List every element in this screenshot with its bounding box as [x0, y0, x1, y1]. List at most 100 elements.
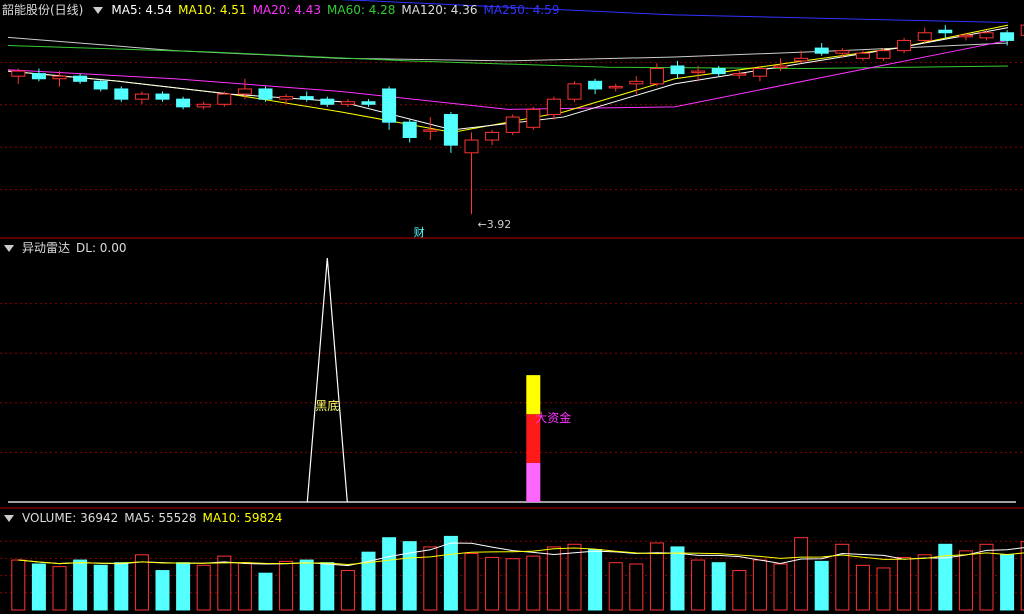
event-marker: 财	[414, 225, 425, 239]
volume-bar	[588, 549, 603, 611]
volume-bar	[979, 543, 994, 611]
candle-body	[217, 93, 232, 105]
volume-bar	[608, 562, 623, 611]
volume-bar	[196, 564, 211, 611]
candle-body	[258, 88, 273, 100]
candle-body	[567, 83, 582, 100]
volume-bar	[773, 563, 788, 611]
volume-bar	[11, 559, 26, 611]
volume-bar	[1000, 554, 1015, 611]
candle-body	[299, 96, 314, 100]
radar-peak	[306, 257, 348, 503]
volume-bar	[876, 567, 891, 611]
dropdown-triangle-icon[interactable]	[4, 514, 14, 522]
candle-body	[526, 108, 541, 128]
candle-body	[711, 68, 726, 75]
volume-bar	[340, 570, 355, 611]
candle-body	[897, 39, 912, 52]
volume-bar	[546, 546, 561, 611]
candle-body	[917, 32, 932, 41]
candle-body	[588, 80, 603, 90]
volume-bar	[73, 559, 88, 611]
candle-body	[814, 47, 829, 54]
volume-bar	[217, 555, 232, 611]
ma10-label: MA10: 4.51	[178, 3, 247, 17]
volume-bar	[917, 554, 932, 611]
candle-body	[691, 70, 706, 74]
candle-body	[52, 75, 67, 80]
candle-body	[629, 80, 644, 85]
volume-bar	[526, 555, 541, 611]
dropdown-triangle-icon[interactable]	[93, 6, 104, 14]
volume-bar	[361, 551, 376, 611]
candle-body	[361, 101, 376, 105]
volume-bar	[155, 570, 170, 611]
radar-bar-segment	[526, 462, 541, 502]
candle-body	[670, 65, 685, 75]
radar-dl: DL: 0.00	[76, 241, 127, 255]
volume-bar	[382, 537, 397, 611]
candle-body	[876, 50, 891, 59]
volume-bar	[464, 552, 479, 611]
volume-bar	[114, 562, 129, 611]
ma20-label: MA20: 4.43	[252, 3, 321, 17]
candle-body	[732, 73, 747, 76]
candle-body	[134, 93, 149, 100]
volume-bar	[794, 537, 809, 611]
volume-bar	[855, 564, 870, 611]
volume-bar	[938, 543, 953, 611]
volume-ma5-line	[18, 542, 1024, 567]
volume-bar	[176, 562, 191, 611]
candle-body	[855, 52, 870, 59]
radar-panel-header: 异动雷达 DL: 0.00	[0, 239, 127, 257]
radar-title: 异动雷达	[22, 241, 71, 255]
volume-bar	[897, 556, 912, 611]
ma120-label: MA120: 4.36	[401, 3, 478, 17]
radar-bar-label: 大资金	[535, 410, 571, 425]
volume-bar	[711, 562, 726, 611]
candle-body	[485, 131, 500, 141]
ma-line-ma10	[7, 24, 1009, 133]
volume-bar	[237, 562, 252, 611]
candle-body	[958, 34, 973, 38]
volume-bar	[629, 563, 644, 611]
ma60-label: MA60: 4.28	[327, 3, 396, 17]
candle-body	[279, 96, 294, 100]
radar-bar-segment	[526, 375, 541, 415]
candle-body	[31, 73, 46, 80]
low-price-label: ←3.92	[478, 218, 512, 231]
candle-body	[835, 50, 850, 54]
candle-body	[196, 103, 211, 108]
candle-body	[423, 129, 438, 132]
candle-body	[794, 57, 809, 62]
volume-bar	[320, 562, 335, 611]
volume-title: VOLUME: 36942	[22, 511, 119, 525]
volume-bar	[732, 570, 747, 611]
candle-body	[93, 80, 108, 90]
volume-ma10-line	[18, 547, 1024, 566]
candle-body	[237, 88, 252, 95]
main-panel-header: 韶能股份(日线) MA5: 4.54 MA10: 4.51 MA20: 4.43…	[0, 1, 560, 19]
volume-bar	[134, 554, 149, 611]
candle-body	[11, 70, 26, 77]
volume-bar	[567, 543, 582, 611]
volume-ma10: MA10: 59824	[202, 511, 283, 525]
candle-body	[443, 114, 458, 146]
volume-bar	[485, 556, 500, 611]
candle-body	[320, 98, 335, 105]
volume-bar	[299, 559, 314, 611]
volume-bar	[443, 535, 458, 611]
candle-body	[773, 65, 788, 68]
volume-ma5: MA5: 55528	[124, 511, 197, 525]
candle-body	[155, 93, 170, 100]
radar-peak-label: 黑底	[315, 398, 339, 413]
candle-body	[649, 68, 664, 85]
candle-body	[340, 101, 355, 105]
candle-body	[176, 98, 191, 108]
dropdown-triangle-icon[interactable]	[4, 244, 14, 252]
volume-bar	[752, 559, 767, 611]
volume-bar	[814, 560, 829, 611]
volume-bar	[279, 560, 294, 611]
volume-bar	[258, 572, 273, 611]
ma-line-ma5	[7, 27, 1009, 131]
